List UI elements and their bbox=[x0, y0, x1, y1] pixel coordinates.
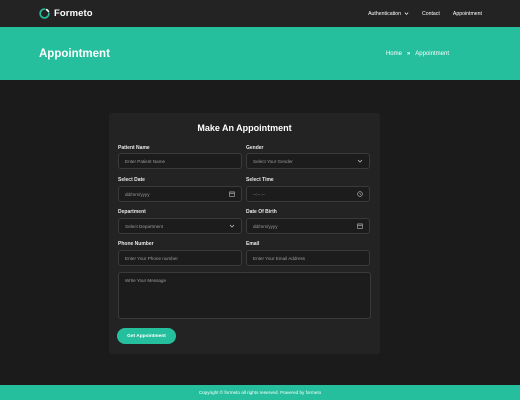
nav-item-authentication[interactable]: Authentication bbox=[368, 11, 409, 17]
calendar-icon[interactable] bbox=[229, 191, 235, 197]
page-header-banner: Appointment Home » Appointment bbox=[0, 27, 520, 80]
brand[interactable]: Formeto bbox=[39, 8, 93, 19]
breadcrumb: Home » Appointment bbox=[386, 51, 449, 57]
select-date-label: Select Date bbox=[118, 177, 145, 183]
gender-label: Gender bbox=[246, 145, 264, 151]
breadcrumb-home-link[interactable]: Home bbox=[386, 51, 402, 57]
message-textarea[interactable]: Write Your Message bbox=[118, 272, 371, 319]
footer-copyright: Copyright © formeto all rights reserved.… bbox=[198, 390, 322, 395]
patient-name-label: Patient Name bbox=[118, 145, 150, 151]
nav-links: Authentication Contact Appointment bbox=[368, 11, 482, 17]
email-label: Email bbox=[246, 241, 260, 247]
select-time-input[interactable]: --:-- -- bbox=[246, 186, 370, 202]
email-input[interactable]: Enter Your Email Address bbox=[246, 250, 370, 266]
email-placeholder: Enter Your Email Address bbox=[253, 255, 306, 261]
spinner-logo-icon bbox=[39, 8, 50, 19]
appointment-form-card: Make An Appointment Patient Name Enter P… bbox=[109, 113, 380, 354]
select-date-value: dd/mm/yyyy bbox=[125, 191, 150, 197]
top-navbar: Formeto Authentication Contact Appointme… bbox=[0, 0, 520, 27]
message-placeholder: Write Your Message bbox=[125, 278, 167, 283]
nav-item-label: Appointment bbox=[452, 10, 482, 17]
page-title: Appointment bbox=[39, 47, 110, 60]
get-appointment-button[interactable]: Get Appointment bbox=[117, 328, 176, 344]
date-of-birth-label: Date Of Birth bbox=[246, 209, 277, 215]
nav-item-contact[interactable]: Contact bbox=[422, 11, 440, 17]
department-select-value: Select Department bbox=[125, 223, 164, 229]
phone-number-input[interactable]: Enter Your Phone number bbox=[118, 250, 242, 266]
phone-number-placeholder: Enter Your Phone number bbox=[125, 255, 178, 261]
phone-number-label: Phone Number bbox=[118, 241, 154, 247]
breadcrumb-current: Appointment bbox=[415, 50, 449, 57]
form-title: Make An Appointment bbox=[197, 123, 292, 133]
department-select[interactable]: Select Department bbox=[118, 218, 242, 234]
department-label: Department bbox=[118, 209, 146, 215]
select-time-label: Select Time bbox=[246, 177, 274, 183]
breadcrumb-separator: » bbox=[406, 50, 411, 57]
nav-item-label: Contact bbox=[421, 10, 440, 17]
calendar-icon[interactable] bbox=[357, 223, 363, 229]
brand-name: Formeto bbox=[54, 8, 93, 19]
patient-name-placeholder: Enter Patient Name bbox=[125, 158, 166, 164]
clock-icon[interactable] bbox=[357, 191, 363, 197]
patient-name-input[interactable]: Enter Patient Name bbox=[118, 153, 242, 169]
nav-item-appointment[interactable]: Appointment bbox=[453, 11, 482, 17]
date-of-birth-value: dd/mm/yyyy bbox=[253, 223, 278, 229]
chevron-down-icon bbox=[357, 159, 363, 163]
chevron-down-icon bbox=[404, 12, 409, 15]
chevron-down-icon bbox=[229, 224, 235, 228]
gender-select-value: Select Your Gender bbox=[253, 158, 293, 164]
gender-select[interactable]: Select Your Gender bbox=[246, 153, 370, 169]
footer: Copyright © formeto all rights reserved.… bbox=[0, 385, 520, 400]
nav-item-label: Authentication bbox=[368, 10, 401, 17]
select-time-value: --:-- -- bbox=[253, 191, 265, 197]
select-date-input[interactable]: dd/mm/yyyy bbox=[118, 186, 242, 202]
date-of-birth-input[interactable]: dd/mm/yyyy bbox=[246, 218, 370, 234]
